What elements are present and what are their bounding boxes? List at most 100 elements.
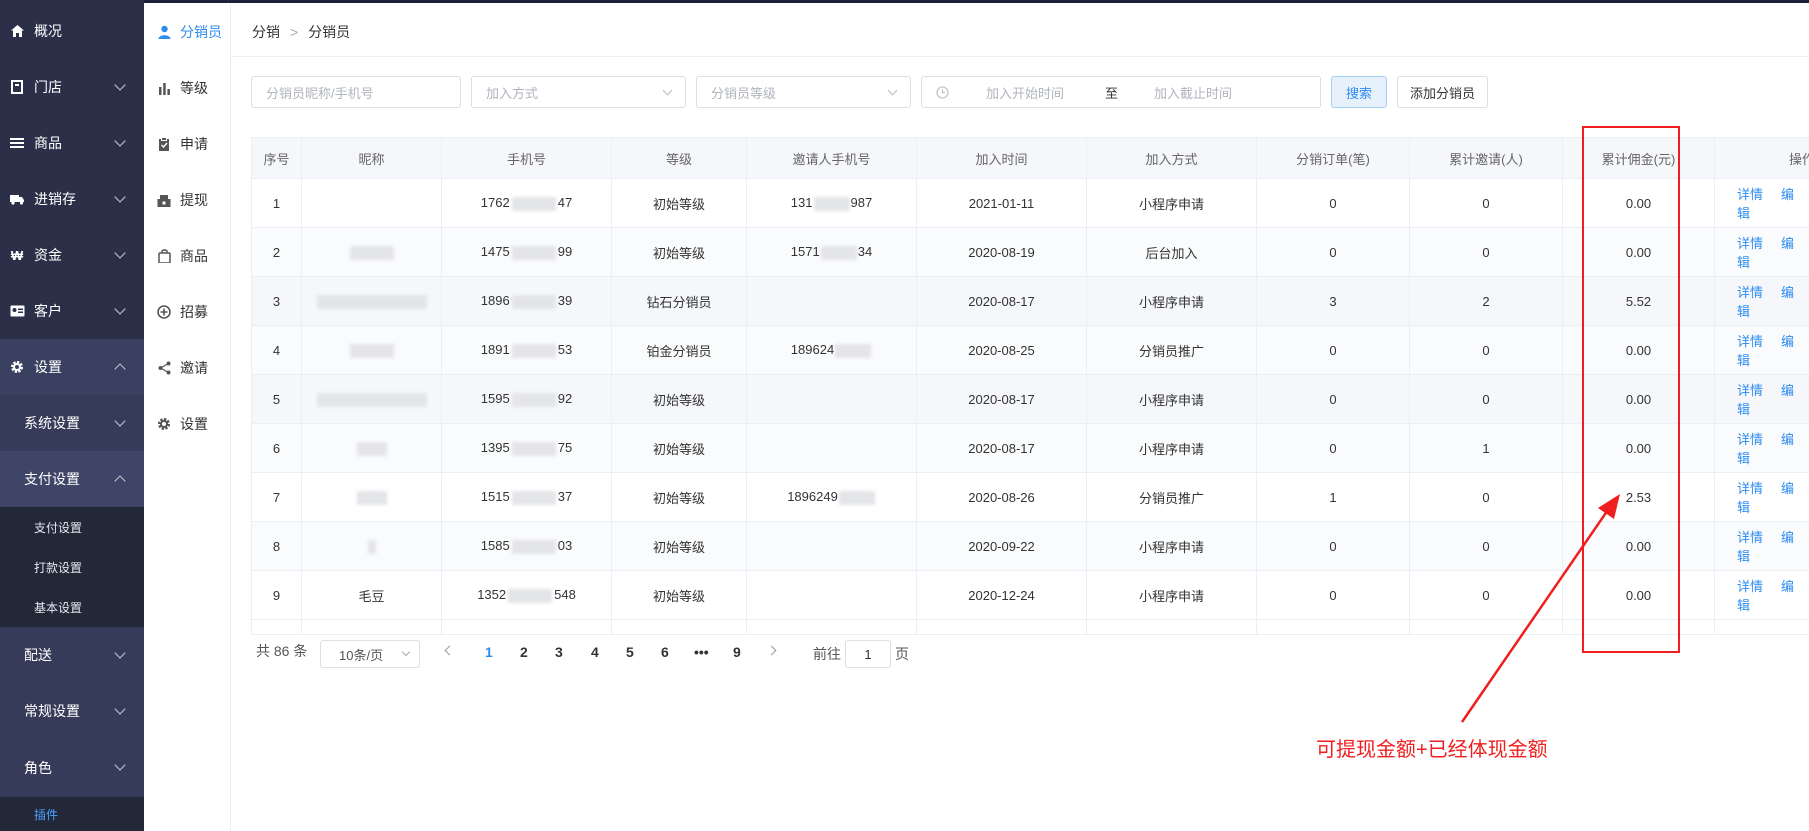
page-number[interactable]: 5 — [626, 644, 634, 660]
sidebar-item-store[interactable]: 门店 — [0, 59, 144, 115]
cell-index: 3 — [251, 276, 302, 326]
detail-link[interactable]: 详情 — [1737, 334, 1763, 349]
breadcrumb-root[interactable]: 分销 — [252, 22, 280, 42]
page-number[interactable]: 9 — [733, 644, 741, 660]
submenu-item-settings[interactable]: 设置 — [144, 404, 231, 444]
add-distributor-button[interactable]: 添加分销员 — [1397, 76, 1488, 108]
page-size-select[interactable]: 10条/页 — [320, 640, 420, 668]
cell-join-time: 2021-01-11 — [916, 178, 1087, 228]
detail-link[interactable]: 详情 — [1737, 187, 1763, 202]
cell-orders: 0 — [1256, 325, 1410, 375]
cell-inviter-phone — [746, 521, 917, 571]
page-number[interactable]: 6 — [661, 644, 669, 660]
sidebar-item-system-settings[interactable]: 系统设置 — [0, 395, 144, 451]
sidebar-item-funds[interactable]: ₩ 资金 — [0, 227, 144, 283]
cell-join-time: 2020-12-24 — [916, 570, 1087, 620]
page-number[interactable]: 4 — [591, 644, 599, 660]
phone-prefix: 1395 — [480, 440, 510, 456]
clock-icon — [936, 85, 949, 99]
phone-prefix: 1762 — [480, 195, 510, 211]
submenu-item-withdraw[interactable]: 提现 — [144, 180, 231, 220]
chevron-down-icon — [662, 85, 673, 96]
sidebar-item-settings[interactable]: 设置 — [0, 339, 144, 395]
redacted-mask — [511, 294, 556, 309]
phone-suffix: 99 — [557, 244, 573, 260]
empty-cell — [1086, 619, 1257, 635]
cell-level: 铂金分销员 — [611, 325, 747, 375]
submenu-item-recruit[interactable]: 招募 — [144, 292, 231, 332]
sidebar-item-label: 角色 — [24, 760, 52, 776]
sidebar-item-basic-settings[interactable]: 基本设置 — [0, 587, 144, 627]
cell-level: 初始等级 — [611, 178, 747, 228]
detail-link[interactable]: 详情 — [1737, 432, 1763, 447]
detail-link[interactable]: 详情 — [1737, 579, 1763, 594]
goto-suffix: 页 — [895, 646, 909, 662]
detail-link[interactable]: 详情 — [1737, 383, 1763, 398]
user-icon — [156, 24, 172, 40]
submenu-item-goods[interactable]: 商品 — [144, 236, 231, 276]
prev-page-icon[interactable] — [444, 645, 455, 656]
sidebar-item-general-settings[interactable]: 常规设置 — [0, 683, 144, 739]
inviter-prefix: 1571 — [790, 244, 820, 260]
detail-link[interactable]: 详情 — [1737, 236, 1763, 251]
submenu-item-level[interactable]: 等级 — [144, 68, 231, 108]
col-header-invites: 累计邀请(人) — [1409, 137, 1563, 179]
detail-link[interactable]: 详情 — [1737, 285, 1763, 300]
cell-actions: 详情 编辑 — [1714, 423, 1809, 473]
next-page-icon[interactable] — [766, 645, 777, 656]
page-number[interactable]: 1 — [485, 644, 493, 660]
level-select[interactable]: 分销员等级 — [696, 76, 911, 108]
detail-link[interactable]: 详情 — [1737, 481, 1763, 496]
sidebar-item-payment-settings[interactable]: 支付设置 — [0, 451, 144, 507]
submenu-item-distributor[interactable]: 分销员 — [144, 12, 231, 52]
submenu-item-invite[interactable]: 邀请 — [144, 348, 231, 388]
cell-level: 初始等级 — [611, 570, 747, 620]
sidebar-item-customer[interactable]: 客户 — [0, 283, 144, 339]
phone-suffix: 75 — [557, 440, 573, 456]
sidebar-item-role[interactable]: 角色 — [0, 739, 144, 797]
cell-level: 初始等级 — [611, 423, 747, 473]
cell-level: 初始等级 — [611, 472, 747, 522]
search-button[interactable]: 搜索 — [1331, 76, 1387, 108]
pagination-total: 共 86 条 — [256, 643, 308, 659]
redacted-mask — [511, 392, 556, 407]
chevron-down-icon — [114, 415, 126, 427]
cell-index: 5 — [251, 374, 302, 424]
cell-index: 8 — [251, 521, 302, 571]
chevron-down-icon — [114, 191, 126, 203]
redacted-mask — [356, 441, 387, 456]
sidebar-item-delivery[interactable]: 配送 — [0, 627, 144, 683]
inviter-suffix: 987 — [850, 195, 873, 211]
cell-phone: 1891 53 — [441, 325, 612, 375]
sidebar-item-payout-settings[interactable]: 打款设置 — [0, 547, 144, 587]
sidebar-item-label: 支付设置 — [24, 471, 80, 487]
sidebar-item-plugin[interactable]: 插件 — [0, 797, 144, 831]
sidebar-item-goods[interactable]: 商品 — [0, 115, 144, 171]
keyword-search-input[interactable]: 分销员昵称/手机号 — [251, 76, 461, 108]
page-number[interactable]: 2 — [520, 644, 528, 660]
cell-invites: 2 — [1409, 276, 1563, 326]
detail-link[interactable]: 详情 — [1737, 530, 1763, 545]
redacted-mask — [367, 539, 376, 554]
cell-phone: 1475 99 — [441, 227, 612, 277]
sidebar-item-pay-settings[interactable]: 支付设置 — [0, 507, 144, 547]
sidebar-item-overview[interactable]: 概况 — [0, 3, 144, 59]
cell-nickname — [301, 325, 442, 375]
cell-phone: 1595 92 — [441, 374, 612, 424]
breadcrumb: 分销 > 分销员 — [252, 22, 350, 42]
join-method-select[interactable]: 加入方式 — [471, 76, 686, 108]
phone-suffix: 47 — [557, 195, 573, 211]
sidebar-item-inventory[interactable]: 进销存 — [0, 171, 144, 227]
col-header-nickname: 昵称 — [301, 137, 442, 179]
join-date-range-picker[interactable]: 加入开始时间 至 加入截止时间 — [921, 76, 1321, 108]
goto-page-input[interactable]: 1 — [845, 640, 891, 668]
empty-cell — [746, 619, 917, 635]
submenu-item-apply[interactable]: 申请 — [144, 124, 231, 164]
cell-orders: 0 — [1256, 227, 1410, 277]
phone-suffix: 92 — [557, 391, 573, 407]
redacted-mask — [511, 490, 556, 505]
more-pages-ellipsis[interactable]: ••• — [694, 644, 709, 660]
chevron-down-icon — [114, 79, 126, 91]
chevron-down-icon — [114, 759, 126, 771]
page-number[interactable]: 3 — [555, 644, 563, 660]
